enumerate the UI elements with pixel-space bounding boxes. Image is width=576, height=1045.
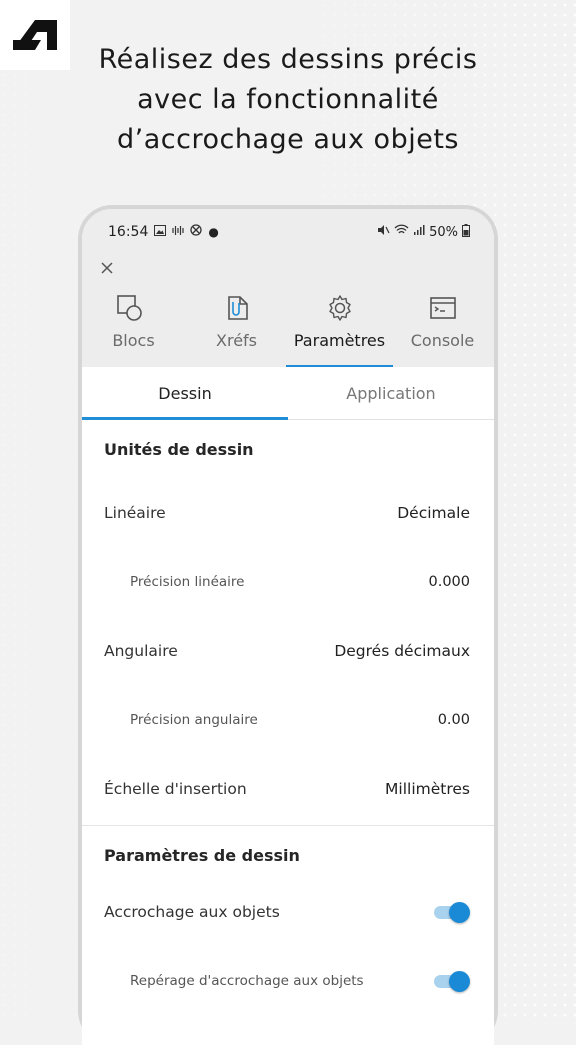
voicemail-icon: [172, 224, 184, 240]
headline-line-1: Réalisez des dessins précis: [98, 44, 478, 75]
setting-value: Degrés décimaux: [334, 641, 470, 660]
wifi-icon: [394, 224, 409, 240]
dot-icon: ●: [208, 225, 219, 239]
battery-percent: 50%: [429, 224, 458, 240]
setting-value: Décimale: [397, 503, 470, 522]
app-header: 16:54 ● 50% Blocs Xréfs Paramètres Conso…: [82, 209, 494, 367]
console-icon: [428, 291, 458, 325]
section-title-drawing: Paramètres de dessin: [104, 845, 300, 865]
setting-label: Accrochage aux objets: [104, 903, 280, 921]
mute-icon: [377, 224, 390, 240]
status-bar: 16:54 ● 50%: [108, 221, 470, 243]
headline-line-3: d’accrochage aux objets: [117, 124, 459, 155]
setting-label: Précision linéaire: [130, 573, 245, 590]
phone-frame: 16:54 ● 50% Blocs Xréfs Paramètres Conso…: [78, 205, 498, 1045]
setting-label: Angulaire: [104, 641, 178, 660]
subtab-bar: Dessin Application: [82, 367, 494, 420]
tab-label: Blocs: [112, 331, 155, 350]
osnap-toggle[interactable]: [434, 902, 470, 923]
xref-icon: [222, 291, 252, 325]
setting-row-reperage: Repérage d'accrochage aux objets: [82, 940, 494, 1022]
tab-console[interactable]: Console: [391, 291, 494, 367]
setting-value: 0.00: [437, 711, 470, 728]
setting-label: Repérage d'accrochage aux objets: [130, 973, 364, 989]
tab-xrefs[interactable]: Xréfs: [185, 291, 288, 367]
setting-label: Échelle d'insertion: [104, 779, 247, 798]
tab-label: Paramètres: [293, 331, 386, 350]
close-icon: [101, 262, 113, 274]
setting-row-accrochage: Accrochage aux objets: [82, 884, 494, 940]
tab-label: Xréfs: [216, 331, 257, 350]
phone-screen: 16:54 ● 50% Blocs Xréfs Paramètres Conso…: [82, 209, 494, 1045]
gear-icon: [325, 291, 355, 325]
subtab-dessin[interactable]: Dessin: [82, 367, 288, 420]
setting-row-angulaire[interactable]: Angulaire Degrés décimaux: [82, 616, 494, 685]
subtab-application[interactable]: Application: [288, 367, 494, 419]
blocks-icon: [115, 291, 145, 325]
image-notification-icon: [154, 224, 167, 240]
tab-label: Console: [410, 331, 475, 350]
setting-row-echelle-insertion[interactable]: Échelle d'insertion Millimètres: [82, 754, 494, 823]
setting-row-lineaire[interactable]: Linéaire Décimale: [82, 478, 494, 547]
setting-value: 0.000: [428, 573, 470, 590]
setting-row-precision-lineaire[interactable]: Précision linéaire 0.000: [82, 547, 494, 616]
setting-value: Millimètres: [385, 779, 470, 798]
close-button[interactable]: [96, 257, 118, 279]
blocked-icon: [190, 224, 203, 240]
promo-headline: Réalisez des dessins précis avec la fonc…: [0, 40, 576, 160]
setting-row-precision-angulaire[interactable]: Précision angulaire 0.00: [82, 685, 494, 754]
setting-label: Linéaire: [104, 503, 166, 522]
signal-icon: [413, 224, 425, 240]
tab-parametres[interactable]: Paramètres: [286, 291, 393, 367]
tab-bar: Blocs Xréfs Paramètres Console: [82, 291, 494, 367]
setting-label: Précision angulaire: [130, 711, 258, 728]
section-title-units: Unités de dessin: [104, 439, 254, 459]
osnap-tracking-toggle[interactable]: [434, 971, 470, 992]
headline-line-2: avec la fonctionnalité: [137, 84, 439, 115]
status-time: 16:54: [108, 224, 149, 240]
battery-icon: [462, 223, 470, 241]
tab-blocs[interactable]: Blocs: [82, 291, 185, 367]
